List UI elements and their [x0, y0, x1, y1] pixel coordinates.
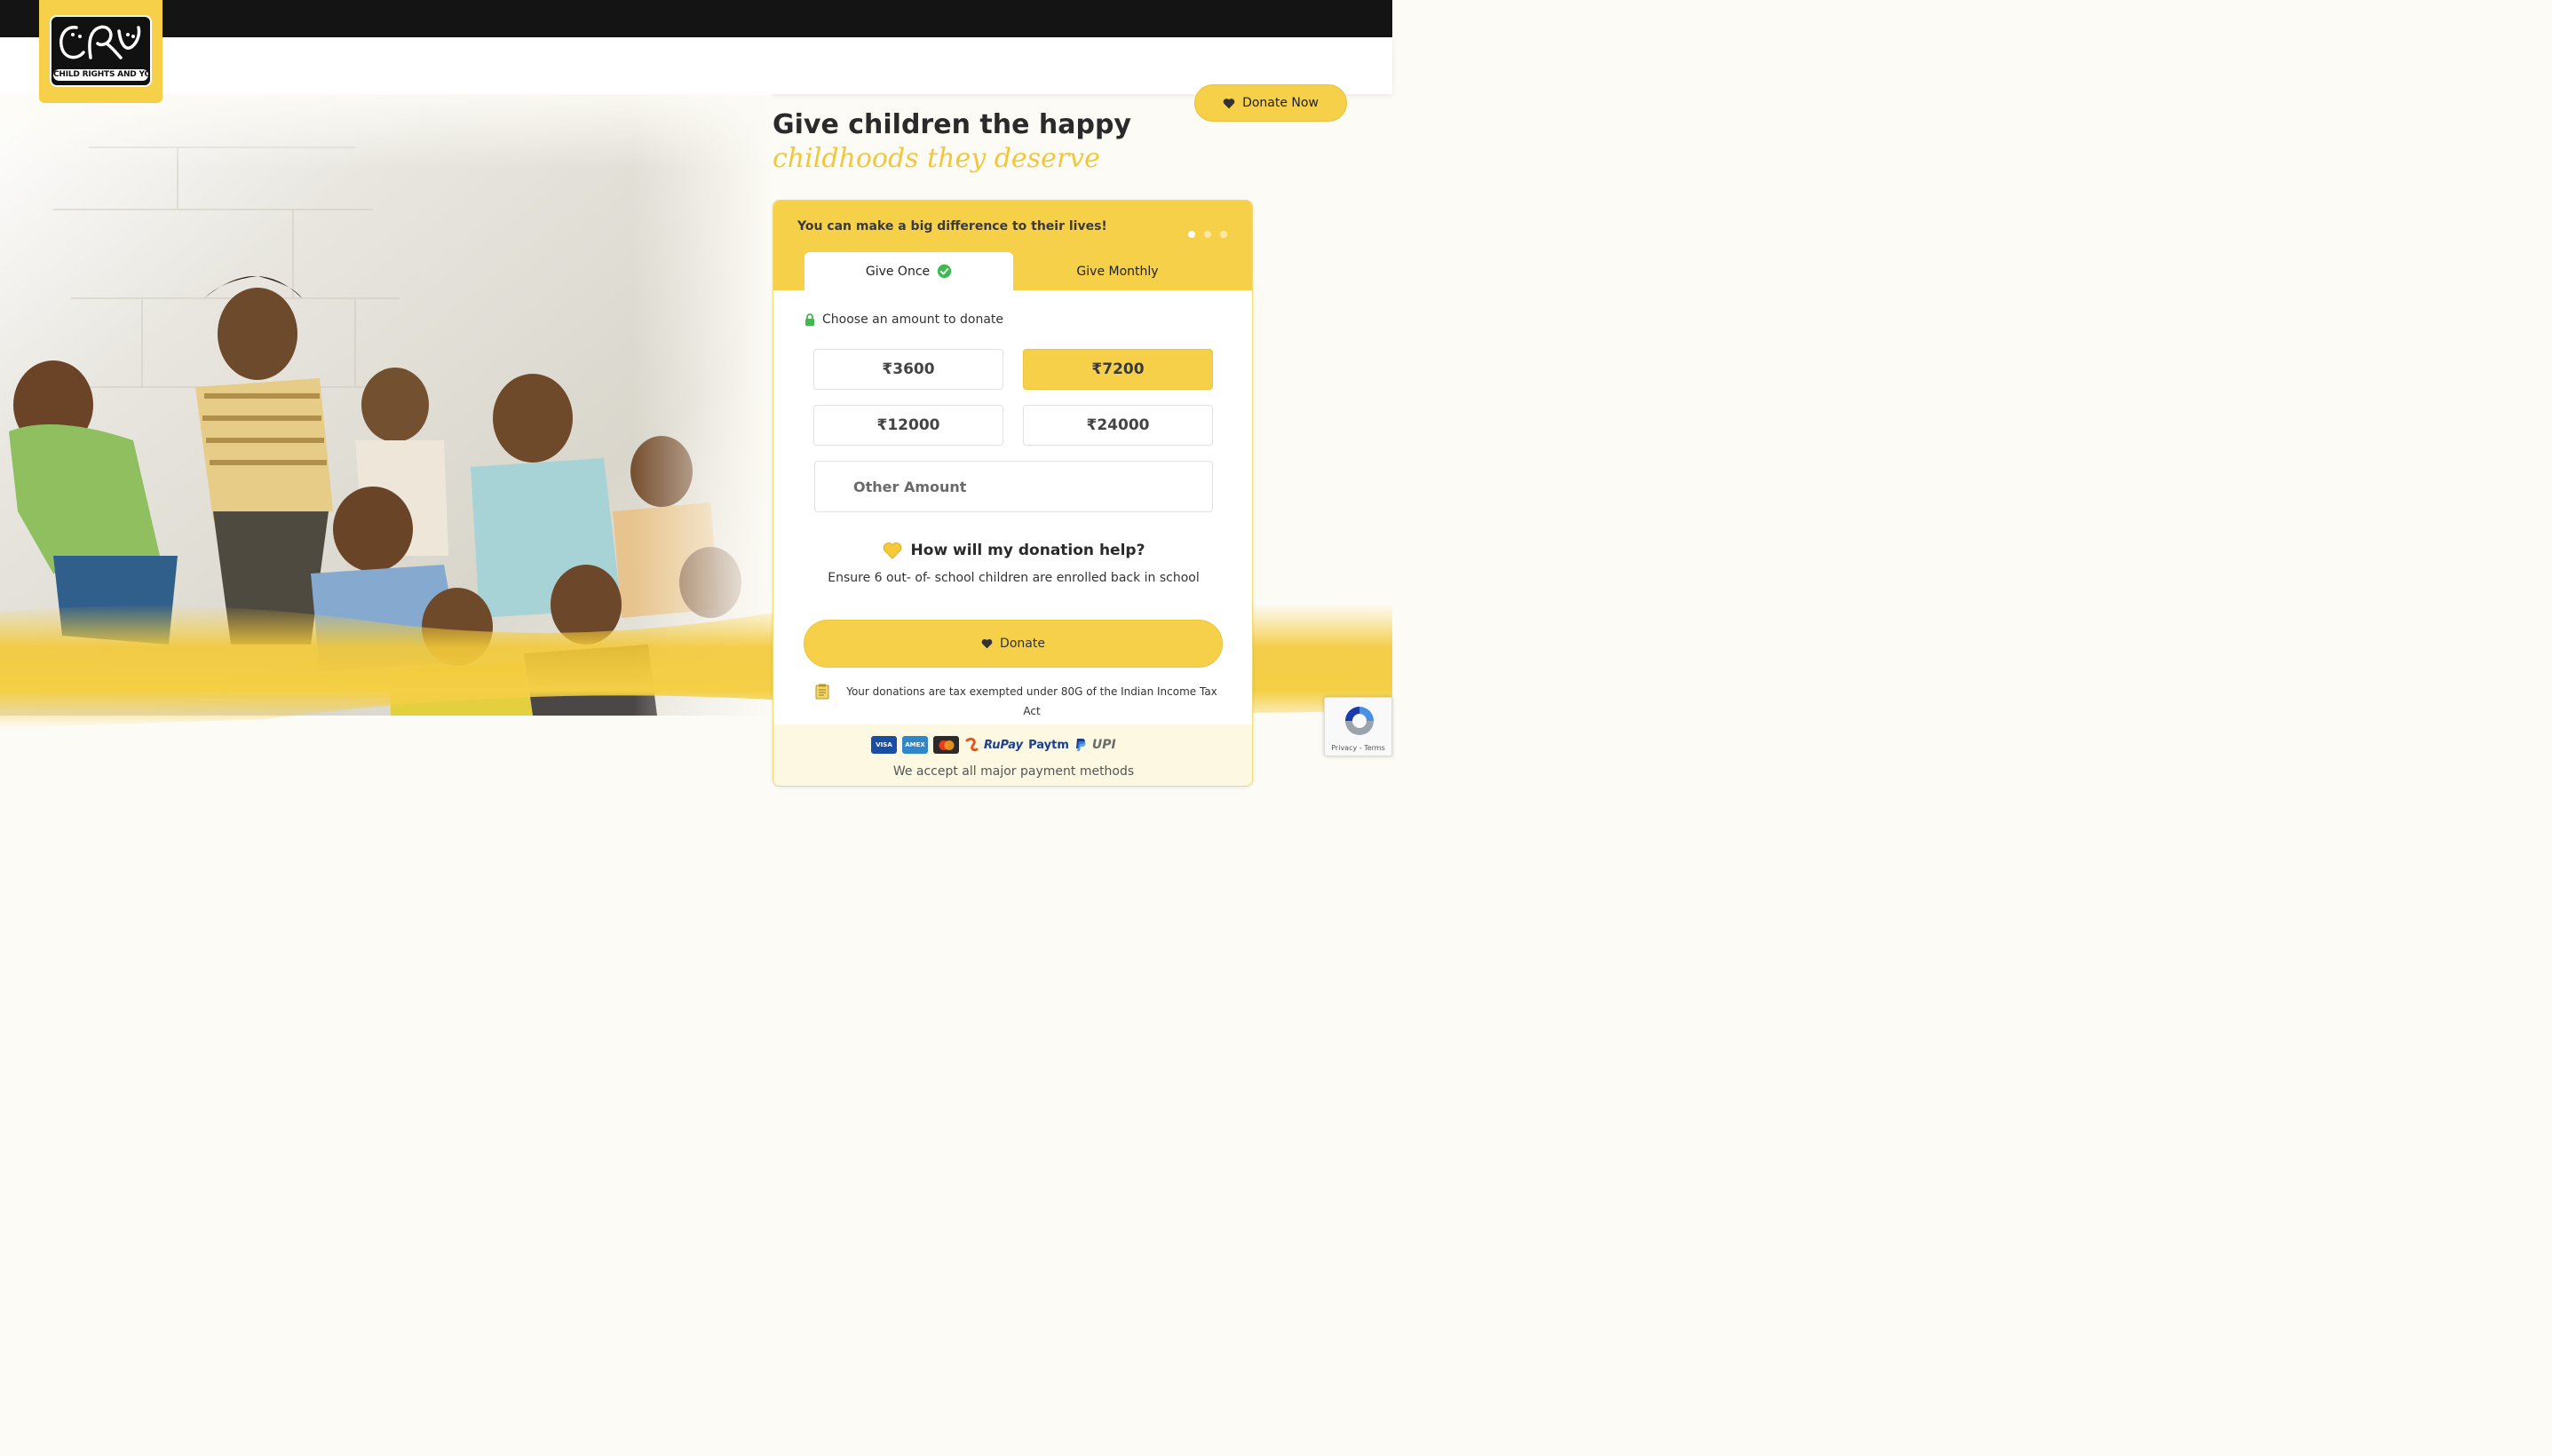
- logo-text: CHILD RIGHTS AND YOU: [53, 69, 148, 81]
- logo[interactable]: CHILD RIGHTS AND YOU: [39, 0, 162, 103]
- carousel-dot[interactable]: [1188, 231, 1195, 238]
- donate-button-label: Donate: [1000, 637, 1045, 651]
- carousel-dots: [1188, 231, 1227, 238]
- tab-give-monthly-label: Give Monthly: [1076, 264, 1159, 279]
- amount-option[interactable]: ₹12000: [813, 405, 1003, 446]
- donation-card-header: You can make a big difference to their l…: [773, 201, 1252, 290]
- payment-logos: VISA AMEX RuPay Paytm UPI: [871, 736, 1116, 754]
- recaptcha-links[interactable]: Privacy - Terms: [1325, 744, 1391, 752]
- tab-give-monthly[interactable]: Give Monthly: [1013, 252, 1222, 290]
- upi-logo: UPI: [1091, 738, 1116, 752]
- lock-icon: [805, 313, 814, 326]
- visa-logo: VISA: [871, 736, 897, 754]
- amount-option[interactable]: ₹24000: [1023, 405, 1213, 446]
- headline-main: Give children the happy: [773, 109, 1131, 140]
- card-tagline: You can make a big difference to their l…: [797, 219, 1107, 233]
- top-bar: [0, 0, 1392, 37]
- cry-logo-icon: [59, 25, 141, 59]
- carousel-dot[interactable]: [1220, 231, 1227, 238]
- notepad-icon: [815, 684, 829, 700]
- yellow-heart-icon: [883, 542, 901, 559]
- paypal-logo-icon: [1075, 738, 1086, 751]
- cry-logo-mark: CHILD RIGHTS AND YOU: [50, 15, 152, 87]
- amount-option-selected[interactable]: ₹7200: [1023, 349, 1213, 390]
- tab-give-once-label: Give Once: [865, 264, 931, 279]
- heart-icon: [1223, 98, 1235, 108]
- paytm-logo: Paytm: [1028, 738, 1069, 752]
- recaptcha-badge[interactable]: Privacy - Terms: [1324, 697, 1392, 756]
- tax-note-text: Your donations are tax exempted under 80…: [846, 685, 1217, 717]
- impact-text: Ensure 6 out- of- school children are en…: [828, 571, 1200, 585]
- payment-methods: VISA AMEX RuPay Paytm UPI We accept all …: [773, 724, 1252, 786]
- donation-card: You can make a big difference to their l…: [773, 200, 1253, 787]
- other-amount-input[interactable]: Other Amount: [814, 461, 1213, 512]
- amex-logo: AMEX: [902, 736, 928, 754]
- choose-amount-text: Choose an amount to donate: [822, 313, 1004, 327]
- recaptcha-icon: [1345, 707, 1374, 735]
- choose-amount-label: Choose an amount to donate: [804, 313, 1003, 327]
- site-header: Donate Now: [0, 37, 1392, 122]
- donate-button[interactable]: Donate: [804, 620, 1223, 668]
- payment-caption: We accept all major payment methods: [892, 764, 1135, 779]
- amount-option[interactable]: ₹3600: [813, 349, 1003, 390]
- check-circle-icon: [937, 264, 952, 279]
- rupay-swirl-icon: [965, 737, 979, 752]
- impact-title: How will my donation help?: [910, 542, 1145, 559]
- headline-accent: childhoods they deserve: [773, 143, 1100, 174]
- impact-heading: How will my donation help?: [773, 542, 1252, 559]
- tab-give-once[interactable]: Give Once: [804, 252, 1013, 290]
- carousel-dot[interactable]: [1204, 231, 1211, 238]
- tax-note: Your donations are tax exempted under 80…: [815, 682, 1224, 721]
- mastercard-logo: [933, 736, 959, 754]
- rupay-logo: RuPay: [984, 738, 1024, 752]
- heart-icon: [981, 638, 993, 649]
- hero-headline: Give children the happy childhoods they …: [773, 108, 1270, 176]
